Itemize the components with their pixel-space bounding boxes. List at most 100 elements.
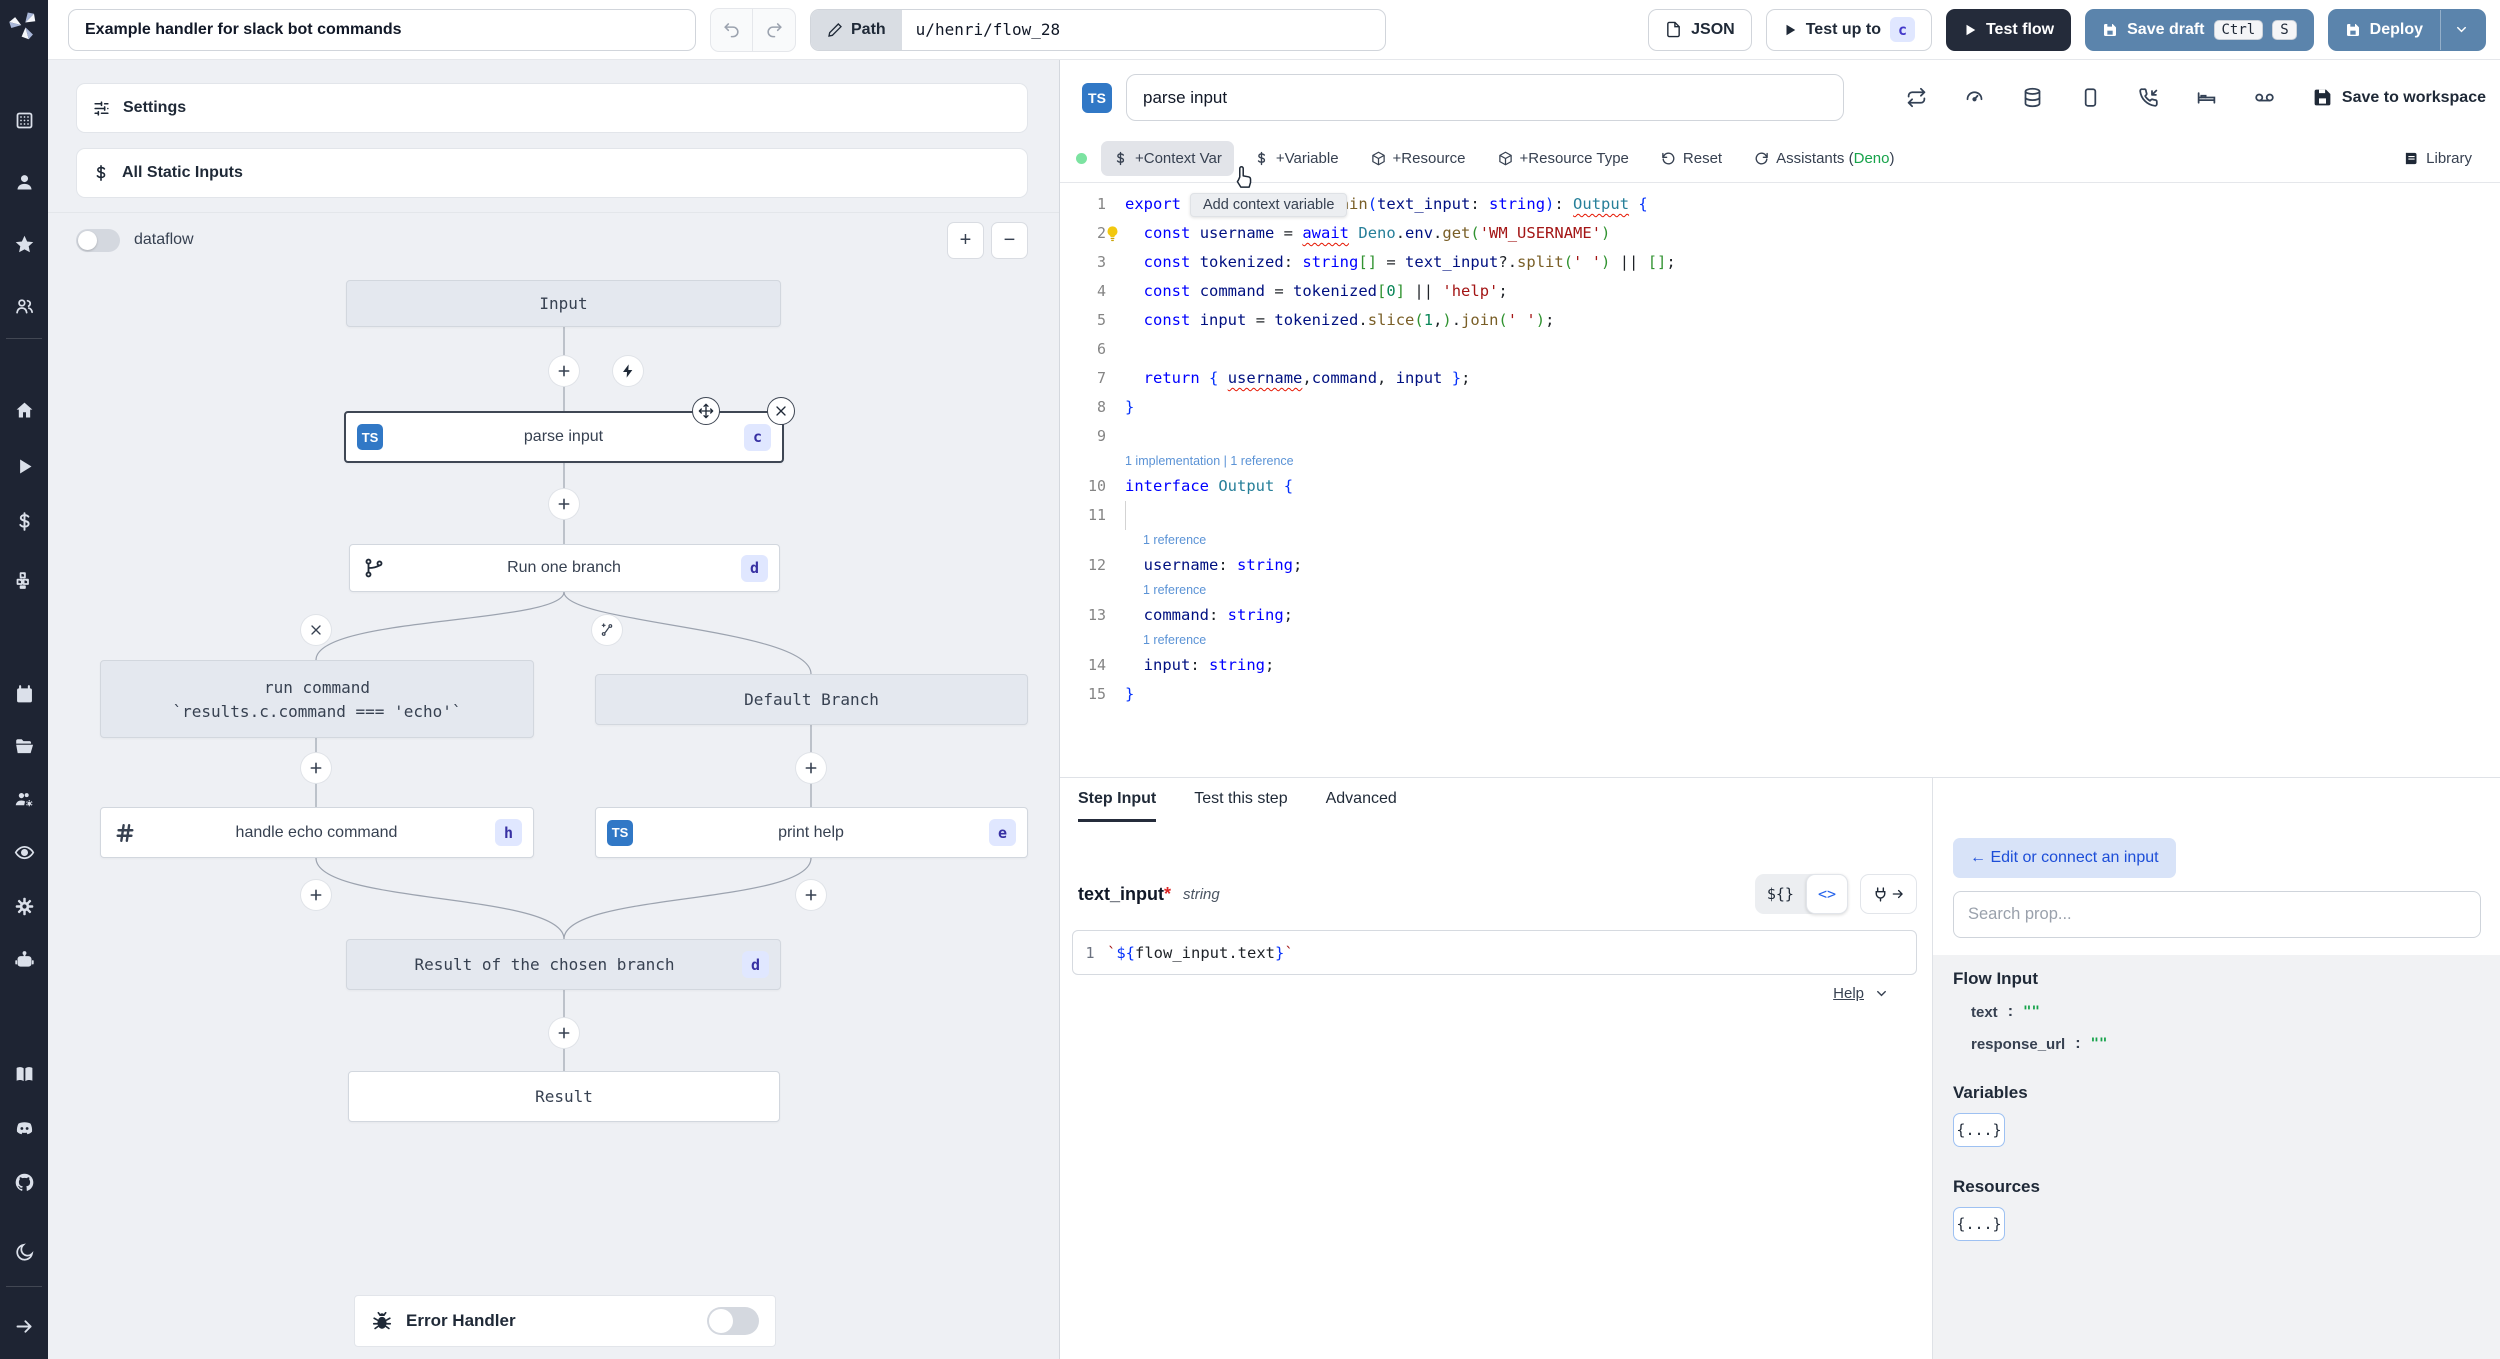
zoom-out-button[interactable]: − <box>991 221 1028 259</box>
add-resource-type-button[interactable]: +Resource Type <box>1486 141 1641 176</box>
dataflow-toggle[interactable] <box>76 228 120 252</box>
test-flow-button[interactable]: Test flow <box>1945 8 2072 51</box>
codelens-annotation[interactable]: 1 reference <box>1060 530 2500 551</box>
code-line: 4 const command = tokenized[0] || 'help'… <box>1096 282 1508 300</box>
lang-ready-dot <box>1076 153 1087 164</box>
add-step-button[interactable] <box>796 753 826 783</box>
mobile-icon[interactable] <box>2080 87 2101 108</box>
path-field[interactable]: Path u/henri/flow_28 <box>810 8 1386 51</box>
delete-step-button[interactable] <box>767 397 795 425</box>
add-trigger-zap-button[interactable] <box>613 356 643 386</box>
error-handler-toggle[interactable] <box>707 1307 759 1335</box>
undo-button[interactable] <box>711 8 753 51</box>
flow-node-run-one-branch[interactable]: Run one branch d <box>349 544 780 592</box>
expand-sidebar-arrow-icon[interactable] <box>0 1306 48 1346</box>
tab-advanced[interactable]: Advanced <box>1326 778 1397 822</box>
add-branch-button[interactable] <box>592 615 622 645</box>
tab-test-this-step[interactable]: Test this step <box>1194 778 1287 822</box>
assistants-button[interactable]: Assistants (Deno) <box>1742 141 1906 176</box>
redo-button[interactable] <box>753 9 795 51</box>
folders-icon[interactable] <box>0 726 48 766</box>
user-icon[interactable] <box>0 162 48 202</box>
add-variable-button[interactable]: +Variable <box>1242 141 1351 176</box>
deploy-button[interactable]: Deploy <box>2327 8 2486 51</box>
expression-editor[interactable]: 1 `${flow_input.text}` <box>1072 930 1917 975</box>
bed-icon[interactable] <box>2196 87 2217 108</box>
groups-cog-icon[interactable] <box>0 779 48 819</box>
github-icon[interactable] <box>0 1162 48 1202</box>
sync-repeat-icon[interactable] <box>1906 87 1927 108</box>
all-static-inputs-button[interactable]: All Static Inputs <box>76 148 1028 198</box>
discord-icon[interactable] <box>0 1108 48 1148</box>
codelens-annotation[interactable]: 1 implementation | 1 reference <box>1060 451 2500 472</box>
mouse-cursor-hand <box>1230 164 1256 197</box>
remove-branch-button[interactable] <box>301 615 331 645</box>
resources-object-chip[interactable]: {...} <box>1953 1207 2005 1241</box>
flow-settings-button[interactable]: Settings <box>76 83 1028 133</box>
move-step-button[interactable] <box>692 397 720 425</box>
windmill-logo-icon[interactable] <box>7 8 41 42</box>
flow-node-print-help[interactable]: TS print help e <box>595 807 1028 858</box>
flow-title-input[interactable]: Example handler for slack bot commands <box>68 8 696 51</box>
test-up-to-button[interactable]: Test up to c <box>1765 8 1932 51</box>
left-sidebar <box>0 0 48 1359</box>
code-editor[interactable]: 1export async function main(text_input: … <box>1060 190 2500 709</box>
save-draft-button[interactable]: Save draft Ctrl S <box>2085 8 2314 51</box>
add-step-button[interactable] <box>549 489 579 519</box>
variables-object-chip[interactable]: {...} <box>1953 1113 2005 1147</box>
add-step-button[interactable] <box>301 880 331 910</box>
reset-button[interactable]: Reset <box>1649 141 1734 176</box>
robot-icon[interactable] <box>0 940 48 980</box>
step-name-input[interactable]: parse input <box>1126 74 1844 121</box>
voicemail-icon[interactable] <box>2254 87 2275 108</box>
json-button[interactable]: JSON <box>1648 8 1752 51</box>
prop-row-text[interactable]: text : "" <box>1971 1003 2500 1021</box>
flow-node-branch-result[interactable]: Result of the chosen branch d <box>346 939 781 990</box>
chevron-down-icon[interactable] <box>2454 22 2469 37</box>
user-group-icon[interactable] <box>0 286 48 326</box>
add-resource-button[interactable]: +Resource <box>1359 141 1478 176</box>
settings-gear-icon[interactable] <box>0 886 48 926</box>
gauge-icon[interactable] <box>1964 87 1985 108</box>
favorites-star-icon[interactable] <box>0 224 48 264</box>
save-to-workspace-button[interactable]: Save to workspace <box>2312 87 2486 108</box>
lightbulb-icon[interactable] <box>1104 223 1121 242</box>
flow-node-handle-echo-command[interactable]: handle echo command h <box>100 807 534 858</box>
variables-dollar-icon[interactable] <box>0 501 48 541</box>
add-step-button[interactable] <box>301 753 331 783</box>
resources-boxes-icon[interactable] <box>0 560 48 600</box>
search-prop-input[interactable] <box>1953 891 2481 938</box>
flow-node-run-command-branch[interactable]: run command `results.c.command === 'echo… <box>100 660 534 738</box>
zoom-in-button[interactable]: + <box>947 221 984 259</box>
workspace-building-icon[interactable] <box>0 100 48 140</box>
phone-incoming-icon[interactable] <box>2138 87 2159 108</box>
flow-node-result[interactable]: Result <box>348 1071 780 1122</box>
edit-or-connect-button[interactable]: ← Edit or connect an input <box>1953 838 2176 878</box>
library-button[interactable]: Library <box>2392 141 2484 176</box>
flow-node-default-branch[interactable]: Default Branch <box>595 674 1028 725</box>
codelens-annotation[interactable]: 1 reference <box>1060 580 2500 601</box>
add-context-var-button[interactable]: +Context Var <box>1101 141 1234 176</box>
schedules-calendar-icon[interactable] <box>0 674 48 714</box>
template-mode-button[interactable]: ${} <box>1755 885 1806 903</box>
add-step-button[interactable] <box>796 880 826 910</box>
docs-book-icon[interactable] <box>0 1054 48 1094</box>
help-link[interactable]: Help <box>1833 985 1864 1002</box>
connect-input-plug-button[interactable] <box>1860 874 1917 914</box>
codelens-annotation[interactable]: 1 reference <box>1060 630 2500 651</box>
flow-node-parse-input[interactable]: TS parse input c <box>344 411 784 463</box>
tab-step-input[interactable]: Step Input <box>1078 778 1157 822</box>
variables-title: Variables <box>1953 1083 2028 1102</box>
prop-row-response-url[interactable]: response_url : "" <box>1971 1035 2500 1053</box>
audit-eye-icon[interactable] <box>0 832 48 872</box>
sliders-icon <box>94 100 109 116</box>
chevron-down-icon[interactable] <box>1874 986 1889 1001</box>
add-step-button[interactable] <box>549 356 579 386</box>
dark-mode-moon-icon[interactable] <box>0 1232 48 1272</box>
home-icon[interactable] <box>0 390 48 430</box>
code-mode-button[interactable]: <> <box>1805 874 1848 914</box>
database-icon[interactable] <box>2022 87 2043 108</box>
flow-node-input[interactable]: Input <box>346 280 781 327</box>
add-step-button[interactable] <box>549 1018 579 1048</box>
runs-play-icon[interactable] <box>0 446 48 486</box>
